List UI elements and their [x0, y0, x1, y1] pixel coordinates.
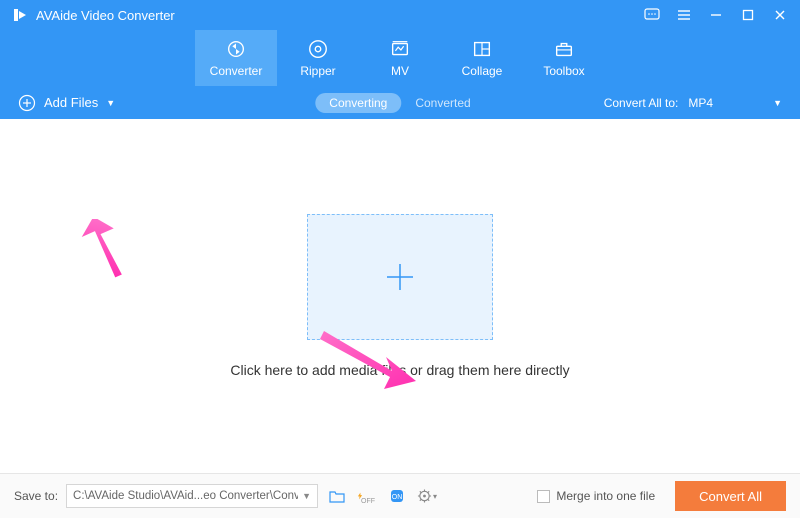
- svg-text:ON: ON: [392, 494, 403, 501]
- add-files-button[interactable]: Add Files ▼: [18, 94, 115, 112]
- convert-all-to: Convert All to: MP4 ▼: [604, 96, 782, 110]
- save-to-label: Save to:: [14, 489, 58, 503]
- tab-mv[interactable]: MV: [359, 30, 441, 86]
- merge-checkbox[interactable]: Merge into one file: [537, 489, 655, 503]
- subtab-group: Converting Converted: [315, 93, 484, 113]
- plus-circle-icon: [18, 94, 36, 112]
- subtab-converting[interactable]: Converting: [315, 93, 401, 113]
- minimize-icon[interactable]: [708, 7, 724, 23]
- annotation-arrow-icon: [74, 219, 134, 279]
- tab-converter[interactable]: Converter: [195, 30, 277, 86]
- close-icon[interactable]: [772, 7, 788, 23]
- tab-label: Ripper: [300, 64, 335, 78]
- convert-all-button[interactable]: Convert All: [675, 481, 786, 511]
- hardware-accel-button[interactable]: OFF: [356, 485, 378, 507]
- main-tabbar: Converter Ripper MV Collage Toolbox: [0, 30, 800, 86]
- tab-label: Converter: [210, 64, 263, 78]
- toolbar: Add Files ▼ Converting Converted Convert…: [0, 86, 800, 119]
- chevron-down-icon: ▼: [773, 98, 782, 108]
- tab-toolbox[interactable]: Toolbox: [523, 30, 605, 86]
- titlebar-left: AVAide Video Converter: [12, 7, 175, 23]
- format-value: MP4: [688, 96, 713, 110]
- tab-label: Collage: [462, 64, 503, 78]
- dropzone[interactable]: [307, 214, 493, 340]
- maximize-icon[interactable]: [740, 7, 756, 23]
- titlebar: AVAide Video Converter: [0, 0, 800, 30]
- main-area: Click here to add media files or drag th…: [0, 119, 800, 473]
- ripper-icon: [307, 38, 329, 60]
- collage-icon: [471, 38, 493, 60]
- settings-button[interactable]: ▾: [416, 485, 438, 507]
- open-folder-button[interactable]: [326, 485, 348, 507]
- chevron-down-icon: ▼: [106, 98, 115, 108]
- app-title: AVAide Video Converter: [36, 8, 175, 23]
- tab-collage[interactable]: Collage: [441, 30, 523, 86]
- add-files-label: Add Files: [44, 95, 98, 110]
- plus-icon: [383, 260, 417, 294]
- converter-icon: [225, 38, 247, 60]
- subtab-converted[interactable]: Converted: [401, 93, 484, 113]
- titlebar-controls: [644, 7, 788, 23]
- chevron-down-icon: ▼: [302, 491, 311, 501]
- tab-label: MV: [391, 64, 409, 78]
- merge-label: Merge into one file: [556, 489, 655, 503]
- save-path-select[interactable]: C:\AVAide Studio\AVAid...eo Converter\Co…: [66, 484, 318, 508]
- checkbox-icon: [537, 490, 550, 503]
- save-path-value: C:\AVAide Studio\AVAid...eo Converter\Co…: [73, 490, 298, 502]
- footer: Save to: C:\AVAide Studio\AVAid...eo Con…: [0, 473, 800, 518]
- feedback-icon[interactable]: [644, 7, 660, 23]
- format-select[interactable]: MP4 ▼: [688, 96, 782, 110]
- drop-hint: Click here to add media files or drag th…: [230, 362, 569, 378]
- tab-ripper[interactable]: Ripper: [277, 30, 359, 86]
- convert-all-to-label: Convert All to:: [604, 96, 679, 110]
- tab-label: Toolbox: [543, 64, 584, 78]
- toolbox-icon: [553, 38, 575, 60]
- mv-icon: [389, 38, 411, 60]
- app-logo-icon: [12, 7, 28, 23]
- high-speed-button[interactable]: ON: [386, 485, 408, 507]
- menu-icon[interactable]: [676, 7, 692, 23]
